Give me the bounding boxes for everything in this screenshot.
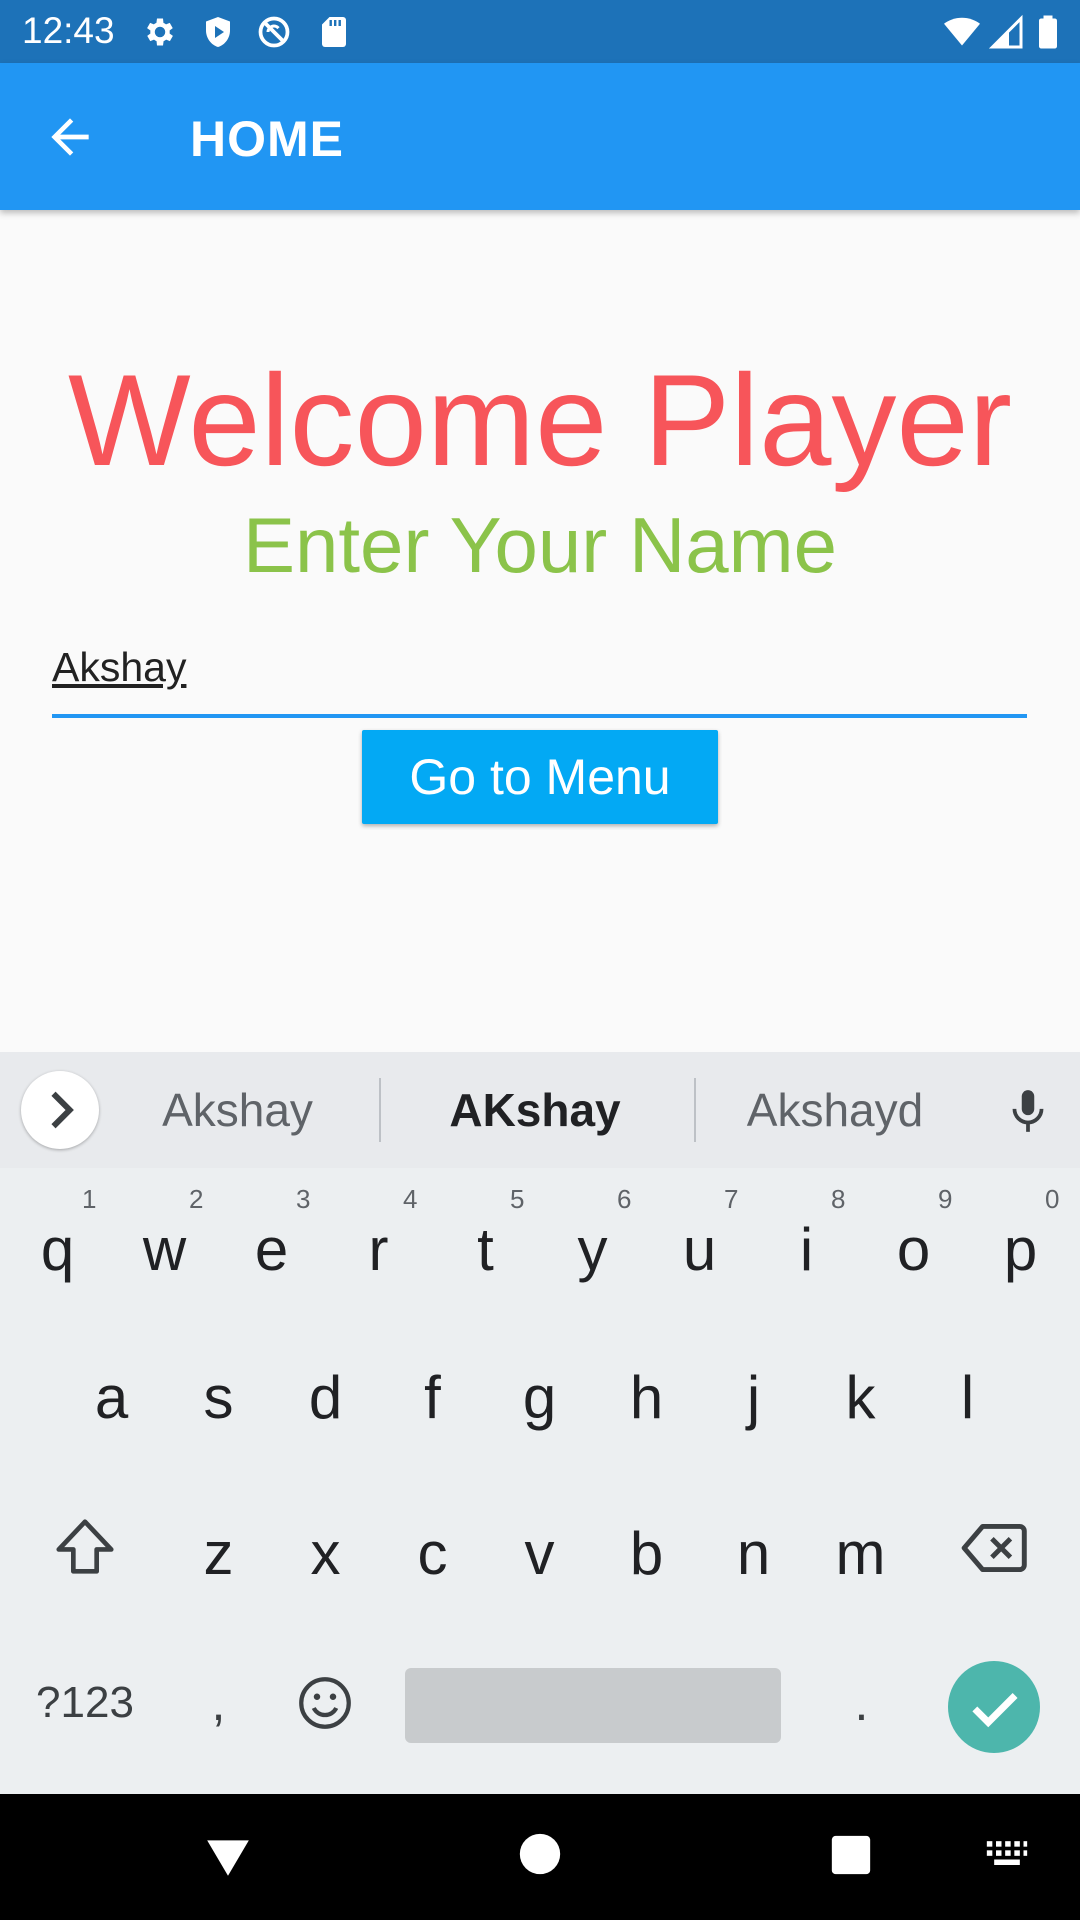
suggestion-1[interactable]: Akshay [120, 1082, 355, 1138]
key-b[interactable]: b [593, 1494, 700, 1614]
key-label: o [896, 1216, 931, 1283]
go-to-menu-button[interactable]: Go to Menu [362, 730, 718, 824]
chevron-right-icon [51, 1091, 74, 1129]
suggestion-divider [379, 1078, 381, 1142]
key-e[interactable]: e3 [218, 1184, 325, 1310]
period-key[interactable]: . [808, 1643, 915, 1763]
key-number: 1 [82, 1184, 97, 1214]
key-l[interactable]: l [914, 1338, 1021, 1458]
recents-square-icon[interactable] [828, 1832, 874, 1878]
key-g[interactable]: g [486, 1338, 593, 1458]
status-time: 12:43 [22, 10, 115, 51]
emoji-icon [299, 1677, 351, 1729]
key-label: e [254, 1216, 289, 1283]
app-bar-title: HOME [190, 111, 344, 167]
space-bar[interactable] [405, 1668, 781, 1743]
no-sync-icon [258, 16, 290, 48]
suggestion-3[interactable]: Akshayd [715, 1082, 955, 1138]
suggestion-divider [694, 1078, 696, 1142]
arrow-back-icon[interactable] [42, 109, 98, 165]
backspace-icon [961, 1523, 1027, 1573]
key-number: 0 [1045, 1184, 1060, 1214]
back-triangle-icon[interactable] [203, 1832, 253, 1882]
key-number: 2 [189, 1184, 204, 1214]
key-label: q [40, 1216, 75, 1283]
key-z[interactable]: z [165, 1494, 272, 1614]
key-x[interactable]: x [272, 1494, 379, 1614]
checkmark-icon [972, 1693, 1018, 1728]
key-d[interactable]: d [272, 1338, 379, 1458]
keyboard: q1 w2 e3 r4 t5 y6 u7 i8 o9 p0 a s d f g … [0, 1168, 1080, 1794]
key-o[interactable]: o9 [860, 1184, 967, 1310]
status-bar: 12:43 [0, 0, 1080, 63]
key-number: 8 [831, 1184, 846, 1214]
key-w[interactable]: w2 [111, 1184, 218, 1310]
enter-key[interactable] [948, 1661, 1040, 1753]
backspace-key[interactable] [940, 1488, 1050, 1608]
battery-icon [1039, 15, 1057, 49]
enter-name-label: Enter Your Name [242, 501, 838, 589]
gear-icon [147, 18, 173, 46]
suggestion-2[interactable]: AKshay [400, 1082, 670, 1138]
key-r[interactable]: r4 [325, 1184, 432, 1310]
key-f[interactable]: f [379, 1338, 486, 1458]
name-input[interactable] [52, 620, 1027, 718]
key-a[interactable]: a [58, 1338, 165, 1458]
key-s[interactable]: s [165, 1338, 272, 1458]
microphone-icon[interactable] [1003, 1084, 1053, 1138]
keyboard-icon[interactable] [985, 1836, 1029, 1872]
key-m[interactable]: m [807, 1494, 914, 1614]
signal-icon [988, 14, 1023, 49]
key-h[interactable]: h [593, 1338, 700, 1458]
key-label: t [477, 1216, 494, 1283]
shield-icon [206, 17, 230, 47]
navigation-bar [0, 1794, 1080, 1920]
key-y[interactable]: y6 [539, 1184, 646, 1310]
key-number: 5 [510, 1184, 525, 1214]
key-number: 6 [617, 1184, 632, 1214]
key-n[interactable]: n [700, 1494, 807, 1614]
shift-key[interactable] [30, 1488, 140, 1608]
symbols-key[interactable]: ?123 [20, 1643, 150, 1763]
key-c[interactable]: c [379, 1494, 486, 1614]
key-p[interactable]: p0 [967, 1184, 1074, 1310]
key-label: y [577, 1216, 608, 1283]
key-label: r [368, 1216, 389, 1283]
expand-suggestions-button[interactable] [21, 1071, 99, 1149]
welcome-heading: Welcome Player [67, 347, 1013, 493]
comma-key[interactable]: , [165, 1643, 272, 1763]
key-label: i [799, 1216, 814, 1283]
key-v[interactable]: v [486, 1494, 593, 1614]
suggestion-strip: Akshay AKshay Akshayd [0, 1052, 1080, 1168]
key-j[interactable]: j [700, 1338, 807, 1458]
key-number: 3 [296, 1184, 311, 1214]
app-bar: HOME [0, 63, 1080, 210]
key-q[interactable]: q1 [4, 1184, 111, 1310]
key-label: w [142, 1216, 187, 1283]
key-k[interactable]: k [807, 1338, 914, 1458]
wifi-icon [944, 17, 980, 46]
key-t[interactable]: t5 [432, 1184, 539, 1310]
key-number: 4 [403, 1184, 418, 1214]
key-number: 7 [724, 1184, 739, 1214]
home-circle-icon[interactable] [518, 1832, 562, 1876]
shift-icon [56, 1519, 114, 1574]
key-u[interactable]: u7 [646, 1184, 753, 1310]
key-label: u [682, 1216, 717, 1283]
key-number: 9 [938, 1184, 953, 1214]
sd-card-icon [322, 17, 346, 47]
emoji-key[interactable] [275, 1643, 375, 1763]
key-label: p [1003, 1216, 1038, 1283]
key-i[interactable]: i8 [753, 1184, 860, 1310]
